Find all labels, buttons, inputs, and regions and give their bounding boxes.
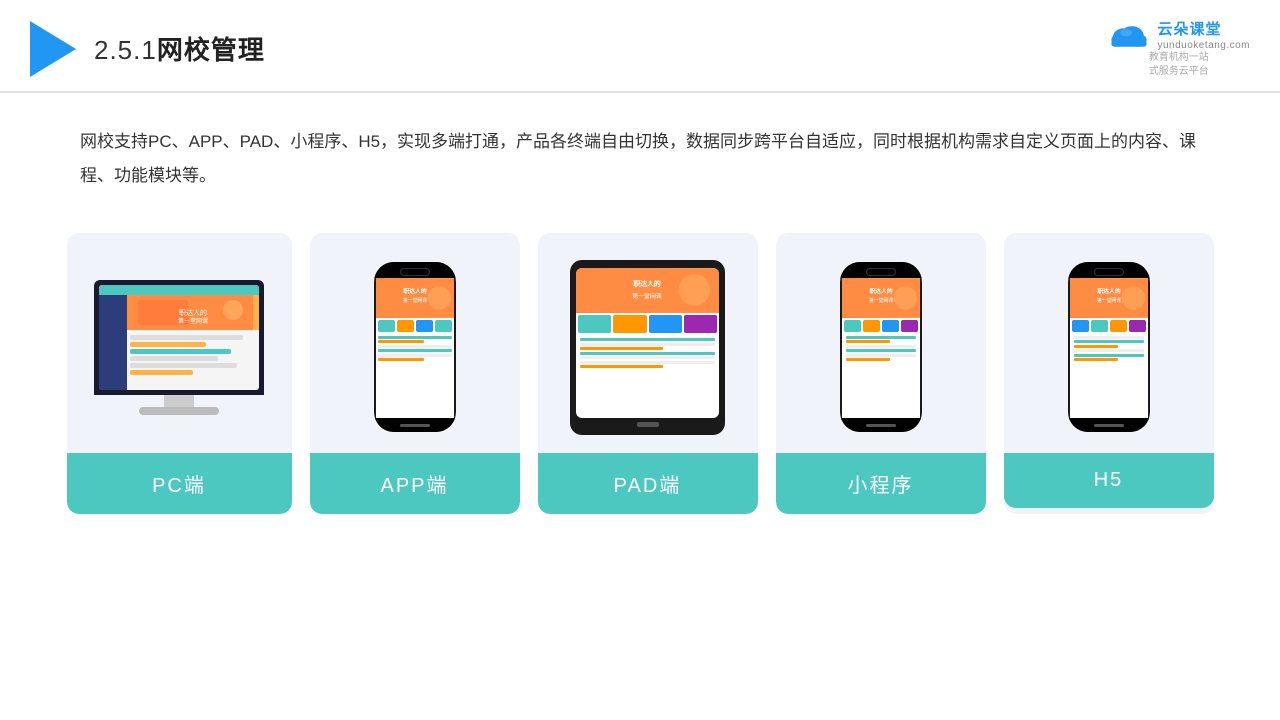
app-banner-art: 职达人的 第一堂网课 — [376, 278, 454, 318]
miniprogram-phone-mockup: 职达人的 第一堂网课 — [840, 262, 922, 432]
svg-text:第一堂网课: 第一堂网课 — [632, 291, 662, 299]
pc-mockup: 职达人的 第一堂网课 — [94, 280, 264, 415]
svg-text:第一堂网课: 第一堂网课 — [178, 317, 208, 325]
card-miniprogram-image: 职达人的 第一堂网课 — [776, 233, 986, 453]
card-app-label: APP端 — [310, 453, 520, 514]
svg-text:职达人的: 职达人的 — [179, 308, 207, 317]
svg-text:第一堂网课: 第一堂网课 — [402, 297, 426, 304]
app-phone-mockup: 职达人的 第一堂网课 — [374, 262, 456, 432]
card-pad: 职达人的 第一堂网课 — [538, 233, 758, 514]
h5-banner-art: 职达人的 第一堂网课 — [1070, 278, 1148, 318]
card-app: 职达人的 第一堂网课 — [310, 233, 520, 514]
platform-cards: 职达人的 第一堂网课 — [0, 203, 1280, 544]
svg-text:职达人的: 职达人的 — [869, 287, 893, 295]
card-pc-label: PC端 — [67, 453, 292, 514]
card-app-image: 职达人的 第一堂网课 — [310, 233, 520, 453]
brand-tagline: 教育机构一站式服务云平台 — [1149, 51, 1209, 79]
cloud-svg-icon — [1107, 20, 1151, 50]
svg-text:职达人的: 职达人的 — [1097, 287, 1121, 295]
card-h5-image: 职达人的 第一堂网课 — [1004, 233, 1214, 453]
card-pc: 职达人的 第一堂网课 — [67, 233, 292, 514]
svg-text:第一堂网课: 第一堂网课 — [1096, 297, 1120, 304]
header-left: 2.5.1网校管理 — [30, 21, 265, 77]
h5-phone-mockup: 职达人的 第一堂网课 — [1068, 262, 1150, 432]
description-text: 网校支持PC、APP、PAD、小程序、H5，实现多端打通，产品各终端自由切换，数… — [0, 93, 1280, 203]
brand-name-text: 云朵课堂 yunduoketang.com — [1157, 18, 1250, 51]
mini-banner-art: 职达人的 第一堂网课 — [842, 278, 920, 318]
cloud-brand-icon: 云朵课堂 yunduoketang.com — [1107, 18, 1250, 51]
pad-tablet-mockup: 职达人的 第一堂网课 — [570, 260, 725, 435]
card-pc-image: 职达人的 第一堂网课 — [67, 233, 292, 453]
svg-text:职达人的: 职达人的 — [403, 287, 427, 295]
pc-screen: 职达人的 第一堂网课 — [94, 280, 264, 395]
pc-banner-art: 职达人的 第一堂网课 — [127, 295, 259, 330]
title-text: 网校管理 — [157, 35, 265, 65]
card-miniprogram: 职达人的 第一堂网课 — [776, 233, 986, 514]
page-title: 2.5.1网校管理 — [94, 30, 265, 67]
brand-logo: 云朵课堂 yunduoketang.com 教育机构一站式服务云平台 — [1107, 18, 1250, 79]
card-h5: 职达人的 第一堂网课 — [1004, 233, 1214, 514]
card-h5-label: H5 — [1004, 453, 1214, 508]
title-number: 2.5.1 — [94, 35, 157, 65]
card-miniprogram-label: 小程序 — [776, 453, 986, 514]
card-pad-label: PAD端 — [538, 453, 758, 514]
pad-banner-art: 职达人的 第一堂网课 — [576, 268, 719, 313]
svg-text:第一堂网课: 第一堂网课 — [868, 297, 892, 304]
svg-text:职达人的: 职达人的 — [633, 279, 661, 288]
card-pad-image: 职达人的 第一堂网课 — [538, 233, 758, 453]
description-paragraph: 网校支持PC、APP、PAD、小程序、H5，实现多端打通，产品各终端自由切换，数… — [80, 125, 1200, 193]
logo-triangle-icon — [30, 21, 76, 77]
header: 2.5.1网校管理 云朵课堂 yunduoketang.com 教育机构一站式服… — [0, 0, 1280, 93]
